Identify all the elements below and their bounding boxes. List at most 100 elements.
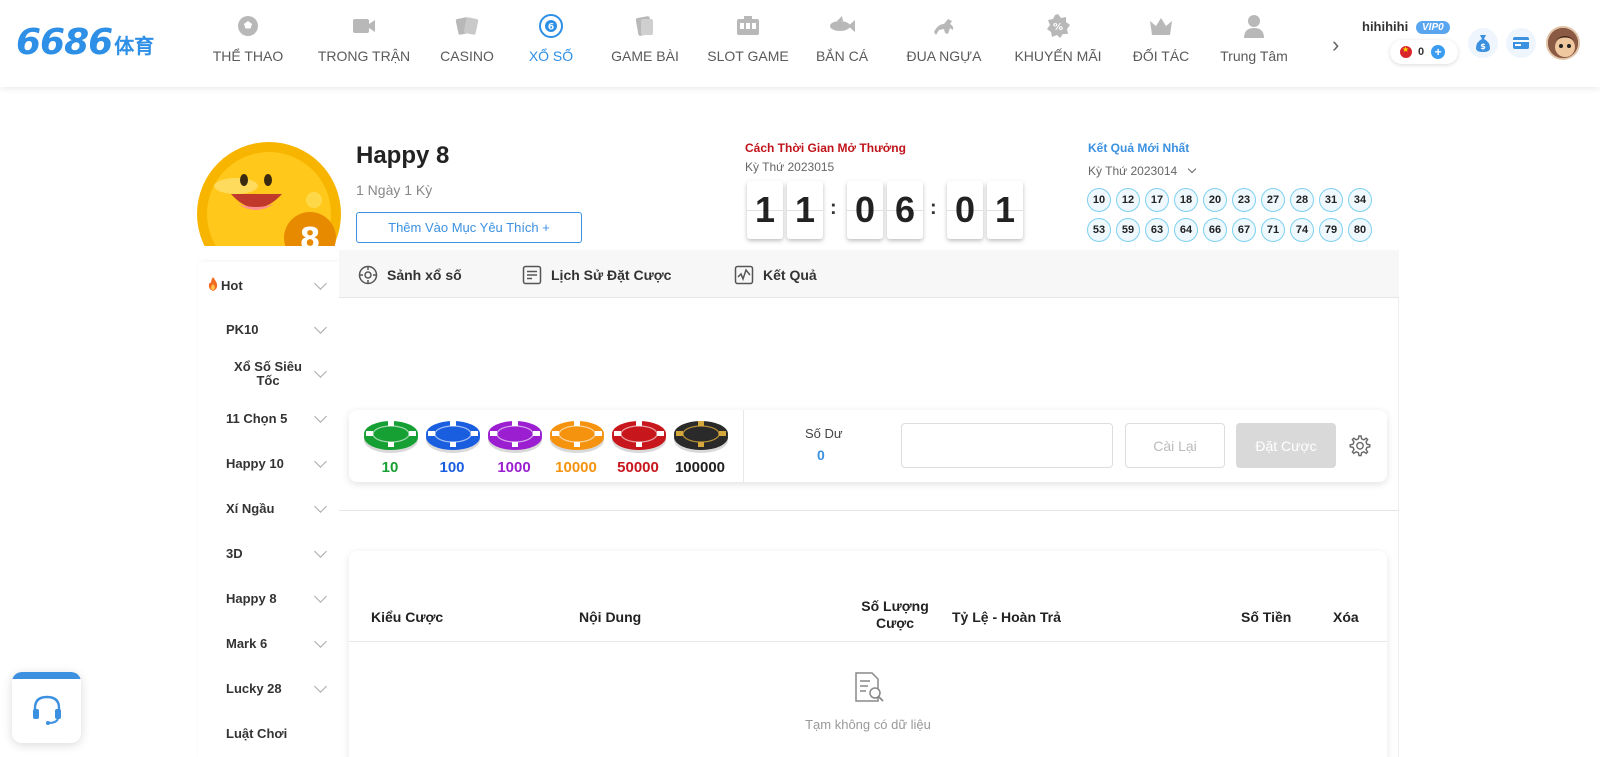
- lottery-hall-icon: [357, 264, 379, 286]
- reset-button[interactable]: Cài Lại: [1125, 423, 1225, 468]
- game-logo-number: 8: [300, 222, 321, 246]
- sidebar-item-label: PK10: [226, 322, 259, 337]
- poker-chip-icon: [612, 421, 666, 453]
- nav-item-khuyen-mai[interactable]: % KHUYẾN MÃI: [1012, 0, 1104, 87]
- table-header: Tỷ Lệ - Hoàn Trả: [952, 609, 1061, 625]
- nav-label: TRONG TRẬN: [317, 48, 411, 64]
- vip-badge: VIP0: [1416, 21, 1450, 34]
- customer-service-button[interactable]: [12, 672, 81, 743]
- video-camera-icon: [350, 12, 378, 40]
- countdown-digit: 6: [887, 181, 923, 239]
- result-ball: 53: [1087, 218, 1111, 242]
- bet-amount-input[interactable]: [901, 423, 1113, 468]
- chip-value: 10: [381, 459, 399, 476]
- sidebar-item-mark-6[interactable]: Mark 6: [198, 624, 339, 664]
- card-button[interactable]: [1506, 28, 1536, 58]
- tab-bet-history[interactable]: Lịch Sử Đặt Cược: [521, 264, 671, 286]
- table-header: Nội Dung: [579, 609, 642, 625]
- nav-item-xo-so[interactable]: 6 XỔ SỐ: [520, 0, 582, 87]
- add-favorite-button[interactable]: Thêm Vào Mục Yêu Thích +: [356, 212, 582, 243]
- sidebar-item-label: 3D: [226, 546, 243, 561]
- sidebar-item-label: Luật Chơi: [226, 726, 288, 741]
- chevron-down-icon: [314, 635, 327, 648]
- result-ball: 27: [1261, 188, 1285, 212]
- chip-1000[interactable]: 1000: [483, 410, 545, 482]
- result-ball: 71: [1261, 218, 1285, 242]
- chip-100[interactable]: 100: [421, 410, 483, 482]
- fish-icon: [828, 12, 856, 40]
- nav-label: GAME BÀI: [611, 48, 679, 64]
- nav-item-trung-tam[interactable]: Trung Tâm: [1218, 0, 1290, 87]
- sidebar-item-11-chon-5[interactable]: 11 Chọn 5: [198, 399, 339, 439]
- latest-result-title: Kết Quả Mới Nhất: [1088, 141, 1190, 155]
- chevron-down-icon: [314, 455, 327, 468]
- nav-label: XỔ SỐ: [528, 48, 574, 64]
- result-period-label: Kỳ Thứ 2023014: [1088, 164, 1178, 178]
- sidebar-item-label: Xí Ngầu: [226, 501, 275, 516]
- money-bag-button[interactable]: $: [1468, 28, 1498, 58]
- nav-item-ban-ca[interactable]: BẮN CÁ: [812, 0, 872, 87]
- sidebar-item-xi-ngau[interactable]: Xí Ngầu: [198, 489, 339, 529]
- tab-results[interactable]: Kết Quả: [733, 264, 817, 286]
- empty-document-search-icon: [852, 671, 886, 705]
- nav-label: KHUYẾN MÃI: [1014, 48, 1102, 64]
- nav-item-trong-tran[interactable]: TRONG TRẬN: [310, 0, 418, 87]
- nav-item-dua-ngua[interactable]: ĐUA NGỰA: [902, 0, 986, 87]
- site-logo[interactable]: 6686 体育: [16, 22, 154, 63]
- nav-item-the-thao[interactable]: THỂ THAO: [198, 0, 298, 87]
- place-bet-button[interactable]: Đặt Cược: [1236, 423, 1336, 468]
- chip-10[interactable]: 10: [359, 410, 421, 482]
- deposit-plus-button[interactable]: +: [1431, 45, 1446, 59]
- avatar[interactable]: [1546, 26, 1580, 60]
- countdown-digit: 1: [987, 181, 1023, 239]
- settings-gear-icon[interactable]: [1348, 434, 1372, 458]
- countdown-digit: 1: [787, 181, 823, 239]
- tab-label: Sảnh xổ số: [387, 267, 462, 283]
- nav-next-arrow-icon[interactable]: ›: [1332, 32, 1339, 58]
- sidebar-item-pk10[interactable]: PK10: [198, 310, 339, 350]
- svg-text:$: $: [1480, 42, 1486, 51]
- credit-card-icon: [1513, 37, 1529, 49]
- chevron-down-icon: [314, 410, 327, 423]
- sidebar-item-3d[interactable]: 3D: [198, 534, 339, 574]
- nav-item-casino[interactable]: CASINO: [434, 0, 500, 87]
- chevron-down-icon: [1187, 164, 1196, 174]
- result-ball: 64: [1174, 218, 1198, 242]
- current-period: Kỳ Thứ 2023015: [745, 160, 835, 174]
- chevron-down-icon: [314, 365, 327, 378]
- nav-item-slot-game[interactable]: SLOT GAME: [706, 0, 790, 87]
- sidebar-item-lucky-28[interactable]: Lucky 28: [198, 669, 339, 709]
- nav-label: BẮN CÁ: [815, 48, 869, 64]
- table-header-divider: [349, 641, 1387, 642]
- lottery-ball-icon: 6: [537, 12, 565, 40]
- sidebar-item-xo-so-sieu-toc[interactable]: Xổ Số Siêu Tốc: [198, 354, 339, 394]
- svg-text:6: 6: [548, 23, 554, 33]
- sidebar-item-luat-choi[interactable]: Luật Chơi: [198, 714, 339, 754]
- result-ball: 80: [1348, 218, 1372, 242]
- chip-50000[interactable]: 50000: [607, 410, 669, 482]
- tab-label: Kết Quả: [763, 267, 817, 283]
- chip-10000[interactable]: 10000: [545, 410, 607, 482]
- chevron-down-icon: [314, 321, 327, 334]
- poker-chip-icon: [488, 421, 542, 453]
- card-game-icon: [631, 12, 659, 40]
- nav-item-game-bai[interactable]: GAME BÀI: [604, 0, 686, 87]
- nav-label: CASINO: [440, 48, 494, 64]
- tab-lottery-hall[interactable]: Sảnh xổ số: [357, 264, 462, 286]
- sidebar-item-happy-8[interactable]: Happy 8: [198, 579, 339, 619]
- result-ball: 34: [1348, 188, 1372, 212]
- result-period-select[interactable]: Kỳ Thứ 2023014: [1088, 164, 1196, 178]
- divider: [743, 410, 744, 482]
- game-tabs: Sảnh xổ số Lịch Sử Đặt Cược Kết Quả: [339, 250, 1399, 298]
- chip-100000[interactable]: 100000: [669, 410, 731, 482]
- chip-value: 100: [439, 459, 465, 476]
- nav-item-doi-tac[interactable]: ĐỐI TÁC: [1130, 0, 1192, 87]
- nav-label: ĐỐI TÁC: [1132, 48, 1190, 64]
- sidebar-item-hot[interactable]: Hot: [198, 266, 339, 306]
- logo-number: 6686: [16, 22, 113, 63]
- result-ball: 63: [1145, 218, 1169, 242]
- fire-icon: [207, 276, 219, 296]
- sidebar-item-happy-10[interactable]: Happy 10: [198, 444, 339, 484]
- game-subtitle: 1 Ngày 1 Kỳ: [356, 182, 433, 198]
- result-ball: 28: [1290, 188, 1314, 212]
